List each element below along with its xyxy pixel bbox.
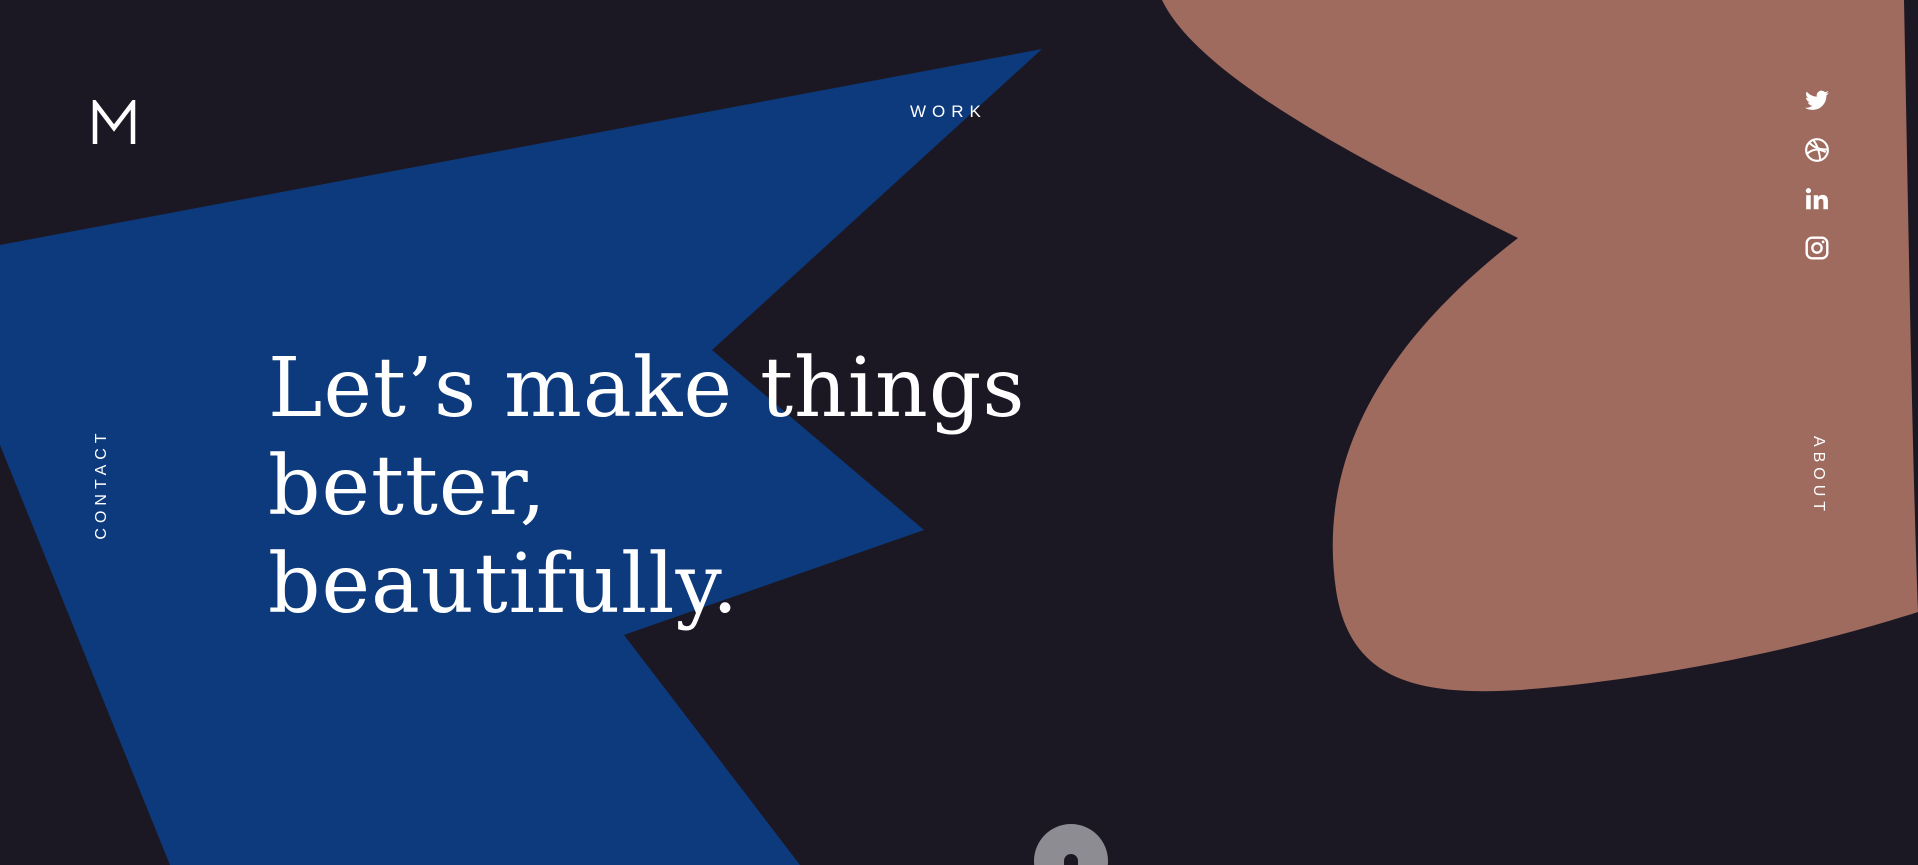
hero-headline-line-2: beautifully. <box>268 537 740 632</box>
hero-headline: Let’s make things better, beautifully. <box>268 340 1268 634</box>
twitter-link[interactable] <box>1804 88 1830 114</box>
social-links <box>1804 88 1832 261</box>
scroll-dot-icon <box>1064 854 1078 865</box>
linkedin-link[interactable] <box>1804 186 1830 212</box>
dribbble-link[interactable] <box>1804 137 1830 163</box>
nav-contact-link[interactable]: CONTACT <box>93 428 111 539</box>
nav-about-link[interactable]: ABOUT <box>1809 436 1827 516</box>
instagram-link[interactable] <box>1804 235 1830 261</box>
linkedin-icon <box>1805 188 1828 210</box>
hero-headline-line-1: Let’s make things better, <box>268 341 1026 534</box>
dribbble-icon <box>1805 138 1829 162</box>
landing-page: WORK CONTACT ABOUT Let’s make things bet… <box>0 0 1918 865</box>
instagram-icon <box>1805 236 1829 260</box>
twitter-icon <box>1805 90 1829 110</box>
m-logo[interactable] <box>92 100 136 146</box>
nav-work-link[interactable]: WORK <box>910 102 987 122</box>
